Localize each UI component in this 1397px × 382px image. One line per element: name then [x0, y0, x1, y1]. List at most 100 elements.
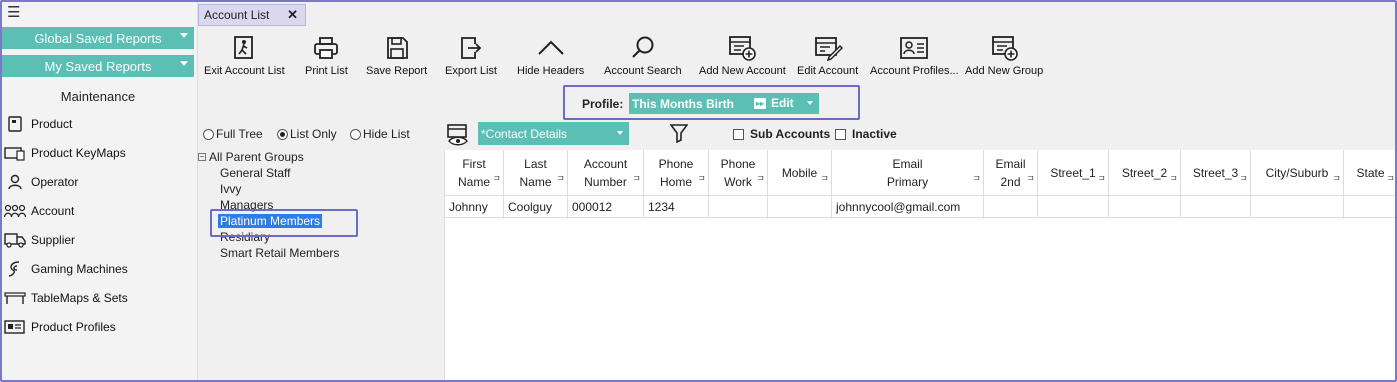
- column-header[interactable]: Phone Work ⊐: [709, 150, 768, 196]
- table-cell[interactable]: [768, 196, 832, 218]
- global-saved-reports-button[interactable]: Global Saved Reports: [2, 27, 194, 49]
- chevron-down-icon: [180, 33, 188, 38]
- table-cell[interactable]: [1181, 196, 1251, 218]
- table-cell[interactable]: johnnycool@gmail.com: [832, 196, 984, 218]
- menu-icon[interactable]: ☰: [7, 5, 20, 20]
- toolbar-label: Hide Headers: [517, 65, 585, 77]
- radio-hide-list[interactable]: Hide List: [350, 127, 410, 141]
- pin-icon[interactable]: ⊐: [1027, 169, 1034, 187]
- column-header[interactable]: Street_3 ⊐: [1181, 150, 1251, 196]
- column-header[interactable]: Phone Home ⊐: [644, 150, 709, 196]
- sidebar-item-gaming-machines[interactable]: Gaming Machines: [2, 257, 194, 281]
- pin-icon[interactable]: ⊐: [821, 169, 828, 187]
- column-header[interactable]: Street_1 ⊐: [1038, 150, 1109, 196]
- print-list-button[interactable]: Print List: [305, 34, 348, 77]
- table-cell[interactable]: [1344, 196, 1395, 218]
- checkbox-label: Sub Accounts: [750, 127, 831, 141]
- column-header[interactable]: Mobile ⊐: [768, 150, 832, 196]
- pin-icon[interactable]: ⊐: [757, 169, 764, 187]
- sidebar-item-supplier[interactable]: Supplier: [2, 228, 194, 252]
- hide-headers-button[interactable]: Hide Headers: [517, 34, 584, 77]
- collapse-icon[interactable]: −: [198, 153, 206, 161]
- pin-icon[interactable]: ⊐: [1098, 169, 1105, 187]
- column-header[interactable]: First Name ⊐: [445, 150, 504, 196]
- profile-edit-button[interactable]: ▸▸ Edit: [754, 96, 794, 110]
- pin-icon[interactable]: ⊐: [1240, 169, 1247, 187]
- sidebar-item-product[interactable]: Product: [2, 112, 194, 136]
- table-cell[interactable]: Coolguy: [504, 196, 568, 218]
- column-header-label: Street_2: [1121, 165, 1168, 180]
- pin-icon[interactable]: ⊐: [493, 169, 500, 187]
- sidebar-item-label: Product Profiles: [31, 320, 116, 334]
- chevron-down-icon[interactable]: [807, 101, 813, 105]
- exit-account-list-button[interactable]: Exit Account List: [204, 34, 285, 77]
- pin-icon[interactable]: ⊐: [698, 169, 705, 187]
- sidebar-item-product-profiles[interactable]: Product Profiles: [2, 315, 194, 339]
- column-header[interactable]: Email Primary ⊐: [832, 150, 984, 196]
- exit-icon: [232, 34, 256, 62]
- radio-full-tree[interactable]: Full Tree: [203, 127, 263, 141]
- operator-icon: [2, 172, 28, 192]
- column-set-dropdown[interactable]: *Contact Details: [478, 122, 629, 145]
- sidebar-item-label: Supplier: [31, 233, 76, 247]
- pin-icon[interactable]: ⊐: [1387, 169, 1394, 187]
- column-header[interactable]: State ⊐: [1344, 150, 1395, 196]
- profile-dropdown[interactable]: This Months Birth ▸▸ Edit: [629, 93, 819, 114]
- profile-icon: [2, 317, 28, 337]
- table-cell[interactable]: 000012: [568, 196, 644, 218]
- pin-icon[interactable]: ⊐: [1170, 169, 1177, 187]
- tree-item[interactable]: Smart Retail Members: [220, 246, 339, 260]
- table-cell[interactable]: [1109, 196, 1181, 218]
- column-header[interactable]: Email 2nd ⊐: [984, 150, 1038, 196]
- sidebar-item-product-keymaps[interactable]: Product KeyMaps: [2, 141, 194, 165]
- column-header[interactable]: Last Name ⊐: [504, 150, 568, 196]
- column-header[interactable]: Street_2 ⊐: [1109, 150, 1181, 196]
- my-saved-reports-button[interactable]: My Saved Reports: [2, 55, 194, 77]
- filter-icon[interactable]: [669, 123, 689, 146]
- table-cell[interactable]: [709, 196, 768, 218]
- account-profiles-button[interactable]: Account Profiles...: [870, 34, 959, 77]
- radio-label: Full Tree: [216, 127, 263, 141]
- pin-icon[interactable]: ⊐: [1333, 169, 1340, 187]
- table-cell[interactable]: [1251, 196, 1344, 218]
- sidebar-item-tablemaps[interactable]: TableMaps & Sets: [2, 286, 194, 310]
- radio-icon: [350, 128, 361, 140]
- section-title: Maintenance: [60, 89, 136, 104]
- view-icon[interactable]: [446, 123, 470, 150]
- sidebar-item-account[interactable]: Account: [2, 199, 194, 223]
- column-set-value: *Contact Details: [481, 126, 568, 141]
- column-header[interactable]: Account Number ⊐: [568, 150, 644, 196]
- table-cell[interactable]: Johnny: [445, 196, 504, 218]
- pin-icon[interactable]: ⊐: [633, 169, 640, 187]
- add-new-account-button[interactable]: Add New Account: [699, 34, 786, 77]
- checkbox-icon: [835, 128, 846, 140]
- table-cell[interactable]: [1038, 196, 1109, 218]
- my-saved-reports-label: My Saved Reports: [44, 58, 152, 74]
- pin-icon[interactable]: ⊐: [557, 169, 564, 187]
- radio-label: Hide List: [363, 127, 410, 141]
- save-icon: [385, 34, 409, 62]
- tree-item[interactable]: Ivvy: [220, 182, 241, 196]
- table-cell[interactable]: 1234: [644, 196, 709, 218]
- tree-root[interactable]: − All Parent Groups: [198, 150, 304, 164]
- print-icon: [313, 34, 339, 62]
- tree-item[interactable]: General Staff: [220, 166, 291, 180]
- sub-accounts-checkbox[interactable]: Sub Accounts: [733, 127, 830, 141]
- account-search-button[interactable]: Account Search: [604, 34, 682, 77]
- add-new-group-button[interactable]: Add New Group: [965, 34, 1043, 77]
- sidebar-item-operator[interactable]: Operator: [2, 170, 194, 194]
- edit-account-icon: [813, 34, 843, 62]
- inactive-checkbox[interactable]: Inactive: [835, 127, 897, 141]
- close-icon[interactable]: ✕: [287, 7, 298, 23]
- radio-list-only[interactable]: List Only: [277, 127, 337, 141]
- table-cell[interactable]: [984, 196, 1038, 218]
- save-report-button[interactable]: Save Report: [366, 34, 427, 77]
- pin-icon[interactable]: ⊐: [973, 169, 980, 187]
- tab-account-list[interactable]: Account List ✕: [198, 4, 306, 26]
- export-list-button[interactable]: Export List: [445, 34, 497, 77]
- radio-label: List Only: [290, 127, 337, 141]
- edit-account-button[interactable]: Edit Account: [797, 34, 858, 77]
- column-header[interactable]: City/Suburb ⊐: [1251, 150, 1344, 196]
- add-account-icon: [727, 34, 757, 62]
- toolbar-label: Edit Account: [797, 65, 859, 77]
